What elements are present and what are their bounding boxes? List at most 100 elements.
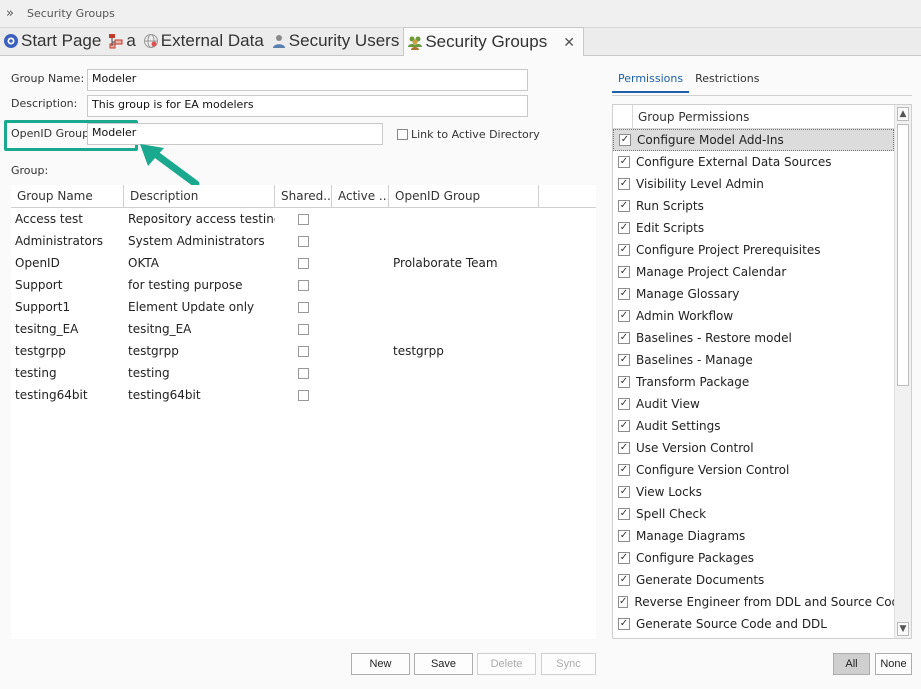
permission-checkbox[interactable]: ✓ xyxy=(618,200,630,212)
table-row[interactable]: tesitng_EA tesitng_EA xyxy=(11,318,596,340)
cell-openid-group: Prolaborate Team xyxy=(393,256,498,270)
permission-item[interactable]: ✓ Manage Glossary xyxy=(613,283,894,305)
tab-security-groups[interactable]: Security Groups ✕ xyxy=(403,27,584,56)
shared-checkbox[interactable] xyxy=(298,235,309,247)
column-header-shared[interactable]: Shared... xyxy=(275,185,332,207)
save-button[interactable]: Save xyxy=(414,653,473,675)
shared-checkbox[interactable] xyxy=(298,389,309,401)
permission-item[interactable]: ✓ Spell Check xyxy=(613,503,894,525)
permission-item[interactable]: ✓ Configure Model Add-Ins xyxy=(613,129,894,151)
permission-item[interactable]: ✓ Configure External Data Sources xyxy=(613,151,894,173)
permission-checkbox[interactable]: ✓ xyxy=(618,156,630,168)
shared-checkbox[interactable] xyxy=(298,345,309,357)
permission-checkbox[interactable]: ✓ xyxy=(618,508,630,520)
table-row[interactable]: testing testing xyxy=(11,362,596,384)
permission-label: Manage Project Calendar xyxy=(636,265,787,279)
shared-checkbox[interactable] xyxy=(298,257,309,269)
scrollbar-thumb[interactable] xyxy=(897,124,909,386)
scroll-down-arrow-icon[interactable]: ▼ xyxy=(897,622,909,636)
permission-checkbox[interactable]: ✓ xyxy=(618,552,630,564)
link-active-directory-option[interactable]: Link to Active Directory xyxy=(397,128,540,141)
permission-checkbox[interactable]: ✓ xyxy=(619,134,631,146)
expand-chevron-icon[interactable]: » xyxy=(6,6,24,21)
table-row[interactable]: Support for testing purpose xyxy=(11,274,596,296)
permission-item[interactable]: ✓ Manage Project Calendar xyxy=(613,261,894,283)
shared-checkbox[interactable] xyxy=(298,213,309,225)
permissions-list: Group Permissions ✓ Configure Model Add-I… xyxy=(612,104,912,639)
tab-label: External Data xyxy=(160,31,264,50)
tab-start-page[interactable]: Start Page xyxy=(0,27,105,55)
column-header-active[interactable]: Active ... xyxy=(332,185,389,207)
permission-item[interactable]: ✓ Baselines - Manage xyxy=(613,349,894,371)
delete-button[interactable]: Delete xyxy=(477,653,536,675)
permission-item[interactable]: ✓ Manage Diagrams xyxy=(613,525,894,547)
permission-item[interactable]: ✓ Baselines - Restore model xyxy=(613,327,894,349)
permission-checkbox[interactable]: ✓ xyxy=(618,486,630,498)
scroll-up-arrow-icon[interactable]: ▲ xyxy=(897,107,909,121)
permission-item[interactable]: ✓ Audit Settings xyxy=(613,415,894,437)
permission-checkbox[interactable]: ✓ xyxy=(618,618,630,630)
group-name-input[interactable]: Modeler xyxy=(87,69,528,91)
permission-item[interactable]: ✓ Admin Workflow xyxy=(613,305,894,327)
sync-button[interactable]: Sync xyxy=(541,653,596,675)
permission-item[interactable]: ✓ Use Version Control xyxy=(613,437,894,459)
permission-checkbox[interactable]: ✓ xyxy=(618,178,630,190)
table-row[interactable]: OpenID OKTA Prolaborate Team xyxy=(11,252,596,274)
permission-checkbox[interactable]: ✓ xyxy=(618,398,630,410)
groups-table-header: Group Name Description Shared... Active … xyxy=(11,185,596,208)
permission-checkbox[interactable]: ✓ xyxy=(618,332,630,344)
permission-checkbox[interactable]: ✓ xyxy=(618,310,630,322)
permission-item[interactable]: ✓ Reverse Engineer from DDL and Source Co… xyxy=(613,591,907,613)
table-row[interactable]: testing64bit testing64bit xyxy=(11,384,596,406)
permission-item[interactable]: ✓ Transform Package xyxy=(613,371,894,393)
tab-restrictions[interactable]: Restrictions xyxy=(689,70,765,93)
permission-item[interactable]: ✓ Configure Project Prerequisites xyxy=(613,239,894,261)
table-row[interactable]: Support1 Element Update only xyxy=(11,296,596,318)
new-button[interactable]: New xyxy=(351,653,410,675)
permission-checkbox[interactable]: ✓ xyxy=(618,420,630,432)
permission-checkbox[interactable]: ✓ xyxy=(618,574,630,586)
permission-item[interactable]: ✓ Run Scripts xyxy=(613,195,894,217)
permission-checkbox[interactable]: ✓ xyxy=(618,376,630,388)
shared-checkbox[interactable] xyxy=(298,367,309,379)
select-all-button[interactable]: All xyxy=(833,653,870,675)
column-header-description[interactable]: Description xyxy=(124,185,275,207)
tab-security-users[interactable]: Security Users xyxy=(268,27,404,55)
permission-item[interactable]: ✓ Edit Scripts xyxy=(613,217,894,239)
permission-checkbox[interactable]: ✓ xyxy=(618,244,630,256)
tab-permissions[interactable]: Permissions xyxy=(612,70,690,93)
table-row[interactable]: Access test Repository access testing xyxy=(11,208,596,230)
permission-item[interactable]: ✓ View Locks xyxy=(613,481,894,503)
permission-checkbox[interactable]: ✓ xyxy=(618,354,630,366)
permission-item[interactable]: ✓ Generate Source Code and DDL xyxy=(613,613,894,635)
permission-item[interactable]: ✓ Audit View xyxy=(613,393,894,415)
permission-checkbox[interactable]: ✓ xyxy=(618,222,630,234)
table-row[interactable]: Administrators System Administrators xyxy=(11,230,596,252)
permission-label: Audit Settings xyxy=(636,419,721,433)
permission-checkbox[interactable]: ✓ xyxy=(618,288,630,300)
shared-checkbox[interactable] xyxy=(298,323,309,335)
permission-item[interactable]: ✓ Configure Packages xyxy=(613,547,894,569)
column-header-openid-group[interactable]: OpenID Group xyxy=(389,185,539,207)
close-tab-icon[interactable]: ✕ xyxy=(563,34,575,51)
permission-checkbox[interactable]: ✓ xyxy=(618,530,630,542)
permission-checkbox[interactable]: ✓ xyxy=(618,442,630,454)
permission-checkbox[interactable]: ✓ xyxy=(618,464,630,476)
shared-checkbox[interactable] xyxy=(298,301,309,313)
permission-item[interactable]: ✓ Generate Documents xyxy=(613,569,894,591)
permission-item[interactable]: ✓ Visibility Level Admin xyxy=(613,173,894,195)
permission-checkbox[interactable]: ✓ xyxy=(618,266,630,278)
tab-divider xyxy=(612,95,912,96)
description-input[interactable]: This group is for EA modelers xyxy=(87,95,528,117)
permission-checkbox[interactable]: ✓ xyxy=(618,596,629,608)
tab-external-data[interactable]: External Data xyxy=(140,27,268,55)
openid-group-input[interactable]: Modeler xyxy=(87,123,383,145)
shared-checkbox[interactable] xyxy=(298,279,309,291)
select-none-button[interactable]: None xyxy=(875,653,912,675)
tab-diagram-a[interactable]: a xyxy=(105,27,139,55)
permission-item[interactable]: ✓ Configure Version Control xyxy=(613,459,894,481)
permissions-scrollbar[interactable]: ▲ ▼ xyxy=(894,105,911,638)
column-header-group-name[interactable]: Group Name xyxy=(11,185,124,207)
table-row[interactable]: testgrpp testgrpp testgrpp xyxy=(11,340,596,362)
link-active-directory-checkbox[interactable] xyxy=(397,129,408,140)
